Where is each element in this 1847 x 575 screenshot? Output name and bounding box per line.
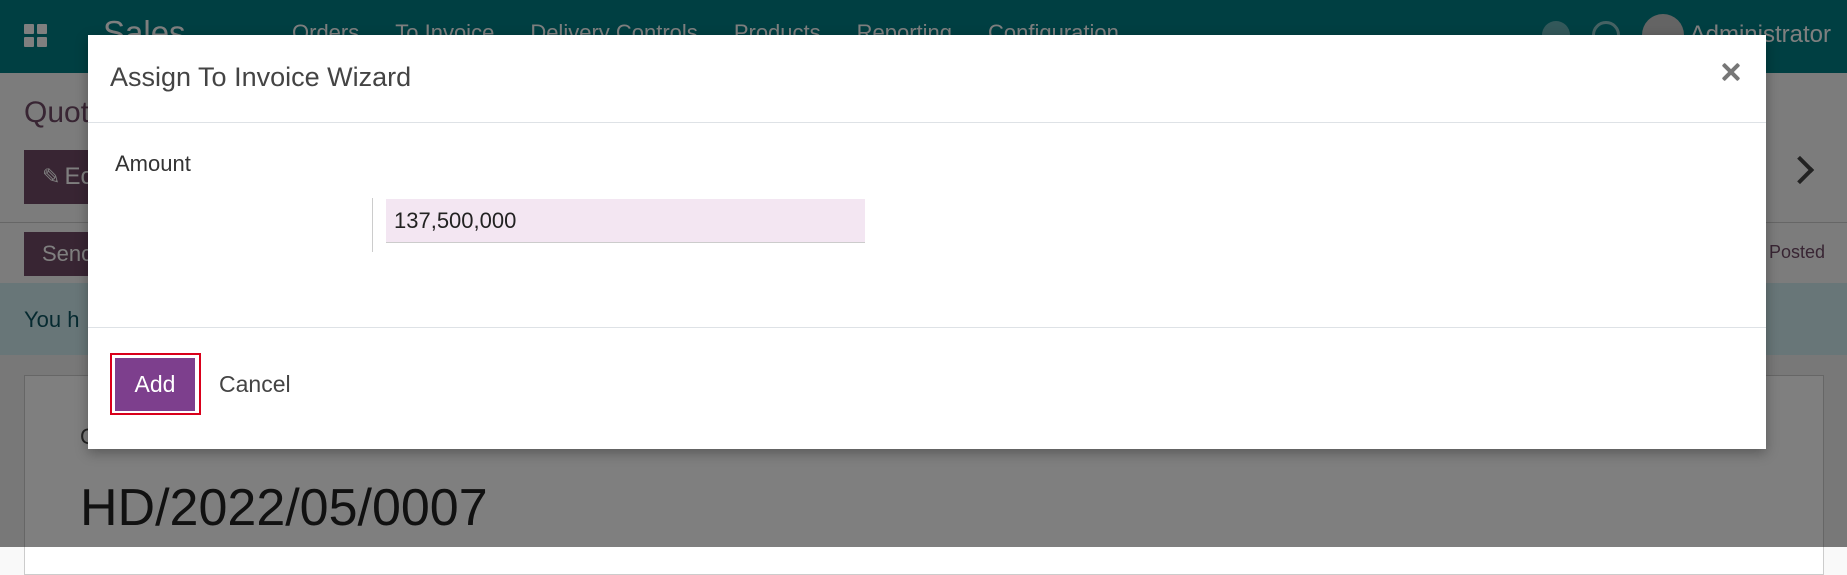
field-divider [372,198,373,252]
dialog-footer: Add Cancel [88,327,1766,449]
close-icon[interactable] [1716,57,1746,87]
add-button[interactable]: Add [115,358,195,411]
dialog-header: Assign To Invoice Wizard [88,35,1766,123]
cancel-button[interactable]: Cancel [213,358,297,411]
assign-invoice-dialog: Assign To Invoice Wizard Amount Add Canc… [88,35,1766,449]
dialog-title: Assign To Invoice Wizard [110,62,412,92]
amount-label: Amount [115,151,191,176]
amount-input[interactable] [386,199,865,243]
